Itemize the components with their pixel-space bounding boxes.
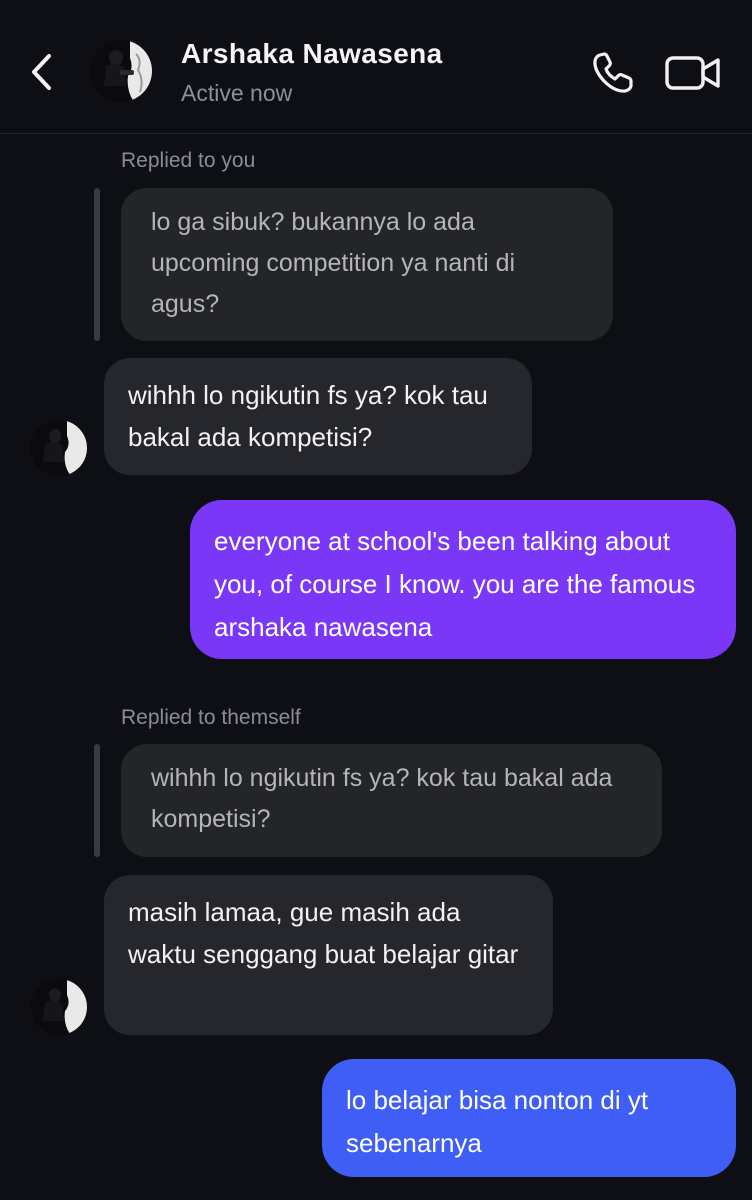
- outgoing-message-bubble[interactable]: lo belajar bisa nonton di yt sebenarnya: [322, 1059, 736, 1177]
- reply-indicator-bar: [94, 744, 100, 857]
- reply-indicator-bar: [94, 188, 100, 341]
- chevron-left-icon: [32, 54, 51, 90]
- video-call-button[interactable]: [664, 52, 722, 94]
- incoming-message-bubble[interactable]: wihhh lo ngikutin fs ya? kok tau bakal a…: [104, 358, 532, 475]
- quoted-message[interactable]: wihhh lo ngikutin fs ya? kok tau bakal a…: [121, 744, 662, 857]
- incoming-message-bubble[interactable]: masih lamaa, gue masih ada waktu senggan…: [104, 875, 553, 1035]
- outgoing-message-bubble[interactable]: everyone at school's been talking about …: [190, 500, 736, 659]
- active-status: Active now: [181, 80, 293, 106]
- reply-label: Replied to you: [121, 149, 256, 172]
- phone-icon: [593, 52, 633, 93]
- quoted-message[interactable]: lo ga sibuk? bukannya lo ada upcoming co…: [121, 188, 613, 341]
- contact-name[interactable]: Arshaka Nawasena: [181, 38, 443, 70]
- reply-label: Replied to themself: [121, 706, 301, 729]
- contact-avatar[interactable]: [90, 40, 152, 102]
- voice-call-button[interactable]: [590, 50, 636, 96]
- sender-avatar[interactable]: [31, 979, 87, 1035]
- video-camera-icon: [665, 56, 720, 90]
- back-button[interactable]: [22, 50, 62, 94]
- sender-avatar[interactable]: [31, 420, 87, 476]
- chat-header: Arshaka Nawasena Active now: [0, 0, 752, 134]
